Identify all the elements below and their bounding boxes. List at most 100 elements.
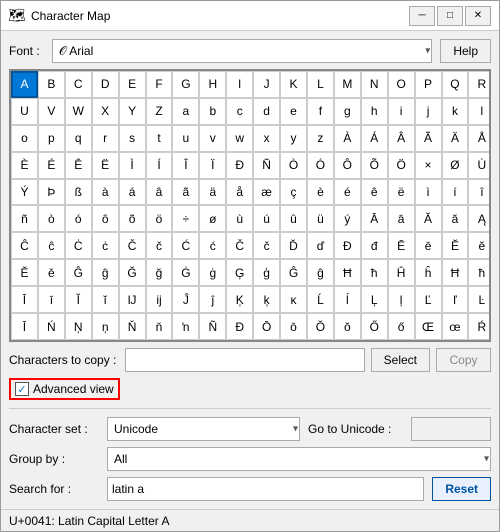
char-cell[interactable]: Ī	[11, 286, 38, 313]
char-cell[interactable]: g	[334, 98, 361, 125]
char-cell[interactable]: Ĵ	[172, 286, 199, 313]
char-cell[interactable]: Ù	[468, 152, 491, 179]
char-cell[interactable]: ķ	[253, 286, 280, 313]
char-cell[interactable]: Ã	[415, 125, 442, 152]
char-cell[interactable]: Ĳ	[119, 286, 146, 313]
reset-button[interactable]: Reset	[432, 477, 491, 501]
char-cell[interactable]: ĝ	[307, 259, 334, 286]
char-cell[interactable]: ĝ	[92, 259, 119, 286]
char-cell[interactable]: Ĺ	[307, 286, 334, 313]
char-cell[interactable]: k	[442, 98, 469, 125]
char-cell[interactable]: Ĝ	[65, 259, 92, 286]
char-cell[interactable]: ŉ	[172, 313, 199, 340]
char-cell[interactable]: ß	[65, 179, 92, 206]
char-cell[interactable]: â	[146, 179, 173, 206]
char-cell[interactable]: O	[388, 71, 415, 98]
char-cell[interactable]: Ï	[199, 152, 226, 179]
char-cell[interactable]: v	[199, 125, 226, 152]
char-cell[interactable]: ÷	[172, 205, 199, 232]
char-cell[interactable]: f	[307, 98, 334, 125]
char-cell[interactable]: ĺ	[334, 286, 361, 313]
char-cell[interactable]: a	[172, 98, 199, 125]
char-cell[interactable]: ì	[415, 179, 442, 206]
char-cell[interactable]: Č	[119, 232, 146, 259]
char-cell[interactable]: ô	[92, 205, 119, 232]
char-cell[interactable]: ĳ	[146, 286, 173, 313]
advanced-view-checkbox-container[interactable]: ✓ Advanced view	[9, 378, 120, 400]
group-by-select[interactable]: All Unicode subrange Unicode category	[107, 447, 491, 471]
char-cell[interactable]: Ì	[119, 152, 146, 179]
char-cell[interactable]: Ŏ	[307, 313, 334, 340]
char-cell[interactable]: Ĝ	[280, 259, 307, 286]
char-cell[interactable]: ĵ	[199, 286, 226, 313]
char-cell[interactable]: W	[65, 98, 92, 125]
char-cell[interactable]: Y	[119, 98, 146, 125]
char-cell[interactable]: Ě	[11, 259, 38, 286]
char-cell[interactable]: Ĭ	[65, 286, 92, 313]
char-cell[interactable]: ī	[38, 286, 65, 313]
char-cell[interactable]: e	[280, 98, 307, 125]
char-cell[interactable]: Ğ	[119, 259, 146, 286]
char-cell[interactable]: Z	[146, 98, 173, 125]
character-set-select[interactable]: Unicode ASCII Windows-1252	[107, 417, 300, 441]
char-cell[interactable]: d	[253, 98, 280, 125]
char-cell[interactable]: ŏ	[334, 313, 361, 340]
char-cell[interactable]: À	[334, 125, 361, 152]
char-cell[interactable]: č	[146, 232, 173, 259]
char-cell[interactable]: w	[226, 125, 253, 152]
char-cell[interactable]: ĥ	[415, 259, 442, 286]
char-cell[interactable]: ő	[388, 313, 415, 340]
char-cell[interactable]: è	[307, 179, 334, 206]
char-cell[interactable]: ć	[199, 232, 226, 259]
char-cell[interactable]: Ċ	[65, 232, 92, 259]
char-cell[interactable]: ă	[442, 205, 469, 232]
char-cell[interactable]: ö	[146, 205, 173, 232]
char-cell[interactable]: D	[92, 71, 119, 98]
char-cell[interactable]: Œ	[415, 313, 442, 340]
char-cell[interactable]: ĕ	[468, 232, 491, 259]
char-cell[interactable]: Ā	[361, 205, 388, 232]
char-cell[interactable]: ļ	[388, 286, 415, 313]
char-cell[interactable]: ĸ	[280, 286, 307, 313]
char-cell[interactable]: N	[361, 71, 388, 98]
char-cell[interactable]: ħ	[468, 259, 491, 286]
char-cell[interactable]: ã	[172, 179, 199, 206]
char-cell[interactable]: ň	[146, 313, 173, 340]
char-cell[interactable]: ġ	[199, 259, 226, 286]
char-cell[interactable]: á	[119, 179, 146, 206]
char-cell[interactable]: Ď	[280, 232, 307, 259]
char-cell[interactable]: Ò	[280, 152, 307, 179]
char-cell[interactable]: Ķ	[226, 286, 253, 313]
char-cell[interactable]: ď	[307, 232, 334, 259]
char-cell[interactable]: J	[253, 71, 280, 98]
char-cell[interactable]: z	[307, 125, 334, 152]
char-cell[interactable]: å	[226, 179, 253, 206]
char-cell[interactable]: õ	[119, 205, 146, 232]
char-cell[interactable]: Ă	[415, 205, 442, 232]
char-cell[interactable]: Ê	[65, 152, 92, 179]
char-cell[interactable]: Ň	[119, 313, 146, 340]
char-cell[interactable]: G	[172, 71, 199, 98]
char-cell[interactable]: Ġ	[172, 259, 199, 286]
search-for-input[interactable]	[107, 477, 424, 501]
char-cell[interactable]: Ľ	[415, 286, 442, 313]
char-cell[interactable]: o	[11, 125, 38, 152]
char-cell[interactable]: Ë	[92, 152, 119, 179]
char-cell[interactable]: Ħ	[442, 259, 469, 286]
char-cell[interactable]: È	[11, 152, 38, 179]
char-cell[interactable]: ņ	[92, 313, 119, 340]
char-cell[interactable]: ø	[199, 205, 226, 232]
close-button[interactable]: ✕	[465, 6, 491, 26]
char-cell[interactable]: ě	[38, 259, 65, 286]
char-cell[interactable]: ú	[253, 205, 280, 232]
char-cell[interactable]: Ņ	[65, 313, 92, 340]
char-cell[interactable]: Ñ	[199, 313, 226, 340]
char-cell[interactable]: Ñ	[253, 152, 280, 179]
char-cell[interactable]: Ð	[226, 313, 253, 340]
help-button[interactable]: Help	[440, 39, 491, 63]
char-cell[interactable]: t	[146, 125, 173, 152]
char-cell[interactable]: Ý	[11, 179, 38, 206]
char-cell[interactable]: r	[92, 125, 119, 152]
char-cell[interactable]: Ĕ	[442, 232, 469, 259]
maximize-button[interactable]: □	[437, 6, 463, 26]
